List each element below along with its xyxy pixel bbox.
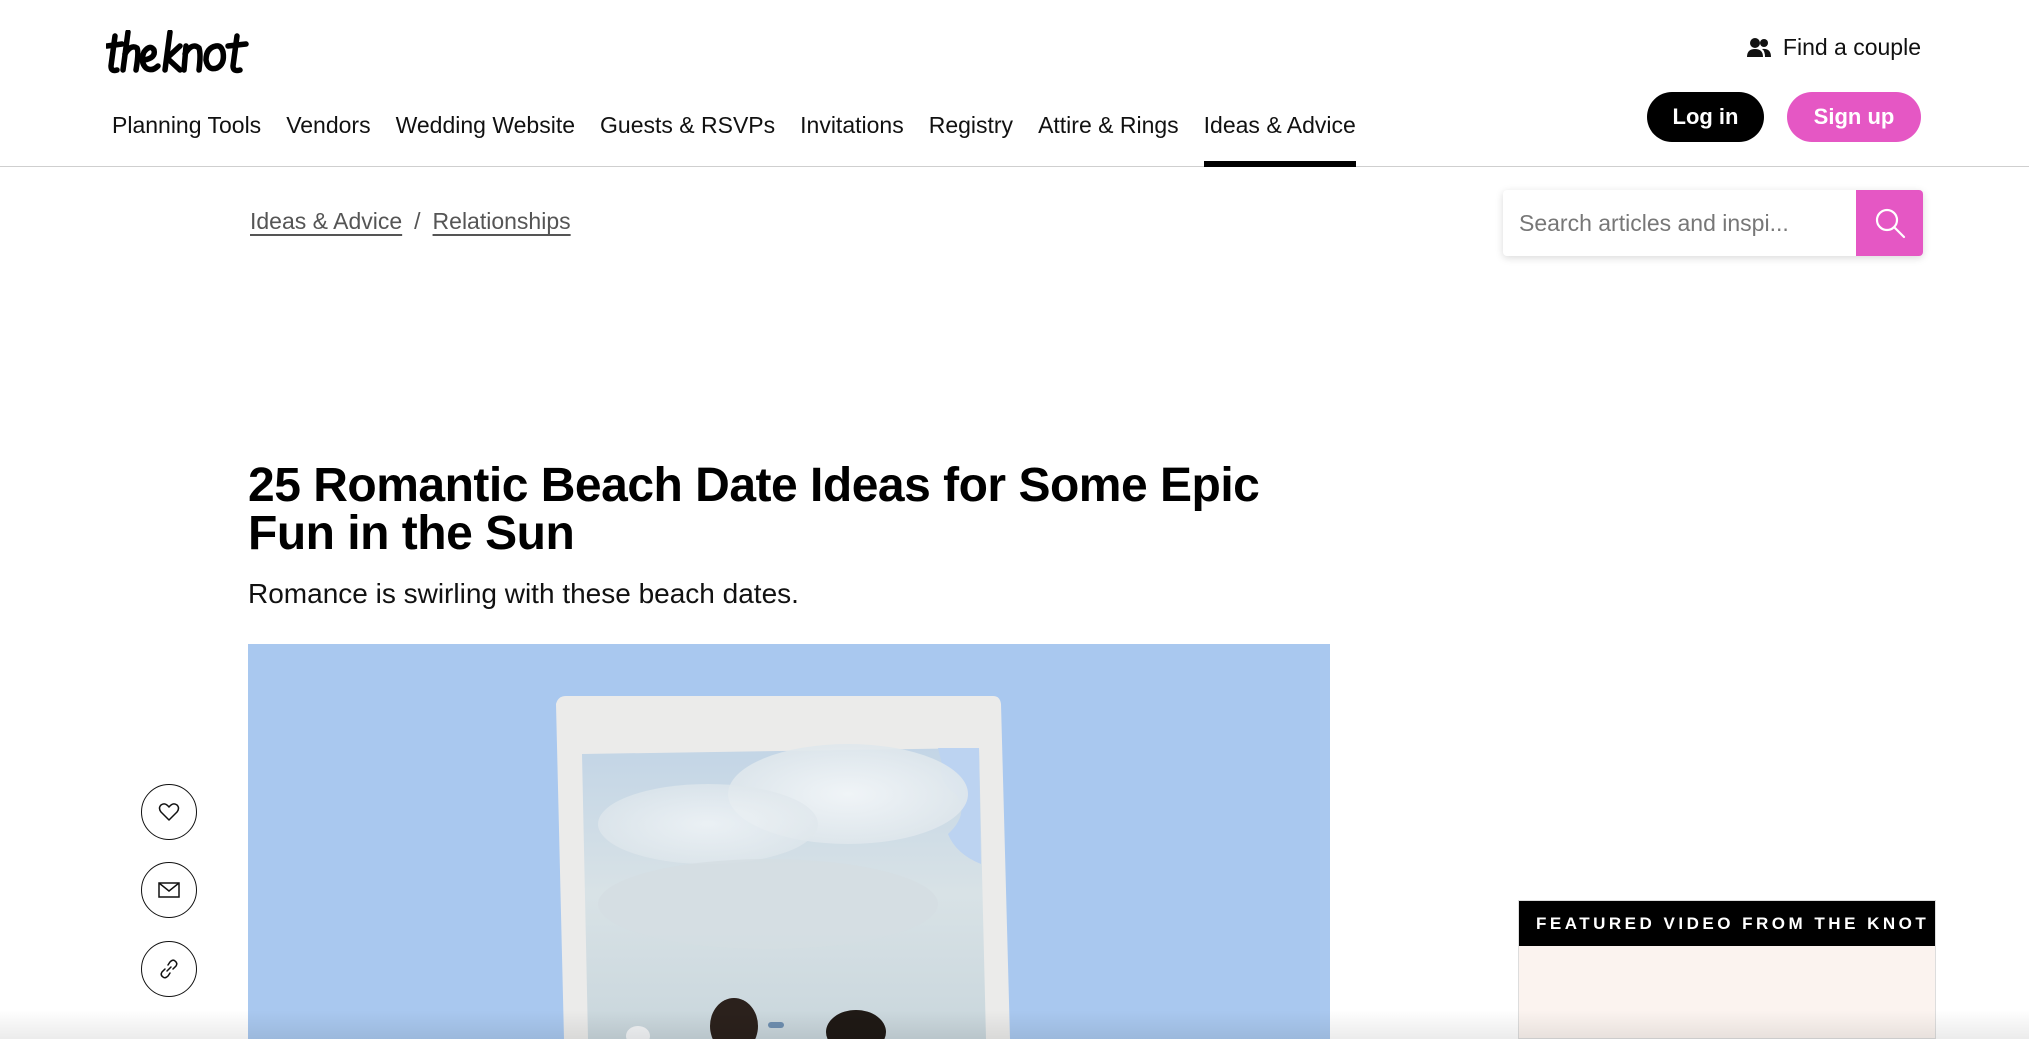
featured-video-label: FEATURED VIDEO FROM THE KNOT: [1519, 901, 1935, 946]
the-knot-logo[interactable]: [106, 30, 266, 76]
nav-vendors[interactable]: Vendors: [286, 100, 370, 167]
breadcrumb-relationships[interactable]: Relationships: [433, 208, 571, 235]
nav-attire-rings[interactable]: Attire & Rings: [1038, 100, 1179, 167]
breadcrumb-ideas-advice[interactable]: Ideas & Advice: [250, 208, 402, 235]
search-box: [1503, 190, 1923, 256]
breadcrumb-separator: /: [414, 208, 421, 234]
hero-illustration: [248, 644, 1330, 1039]
hero-image: [248, 644, 1330, 1039]
breadcrumb: Ideas & Advice / Relationships: [250, 208, 571, 235]
email-share-button[interactable]: [141, 862, 197, 918]
article-title: 25 Romantic Beach Date Ideas for Some Ep…: [248, 459, 1260, 560]
find-couple-link[interactable]: Find a couple: [1746, 34, 1921, 61]
featured-video[interactable]: FEATURED VIDEO FROM THE KNOT: [1518, 900, 1936, 1039]
signup-button[interactable]: Sign up: [1787, 92, 1921, 142]
search-icon: [1875, 208, 1905, 239]
search-button[interactable]: [1856, 190, 1923, 256]
site-header: Find a couple Planning Tools Vendors Wed…: [0, 0, 2029, 167]
nav-registry[interactable]: Registry: [929, 100, 1013, 167]
search-input[interactable]: [1503, 190, 1856, 256]
nav-invitations[interactable]: Invitations: [800, 100, 904, 167]
copy-link-button[interactable]: [141, 941, 197, 997]
find-couple-label: Find a couple: [1782, 34, 1921, 60]
people-icon: [1746, 37, 1771, 57]
mail-icon: [158, 882, 180, 898]
heart-icon: [158, 803, 180, 821]
login-button[interactable]: Log in: [1647, 92, 1764, 142]
main-nav: Planning Tools Vendors Wedding Website G…: [112, 100, 1381, 167]
nav-guests-rsvps[interactable]: Guests & RSVPs: [600, 100, 775, 167]
nav-ideas-advice[interactable]: Ideas & Advice: [1203, 100, 1356, 167]
nav-planning-tools[interactable]: Planning Tools: [112, 100, 261, 167]
save-button[interactable]: [141, 784, 197, 840]
link-icon: [160, 959, 178, 979]
article-dek: Romance is swirling with these beach dat…: [248, 578, 799, 609]
nav-wedding-website[interactable]: Wedding Website: [396, 100, 575, 167]
